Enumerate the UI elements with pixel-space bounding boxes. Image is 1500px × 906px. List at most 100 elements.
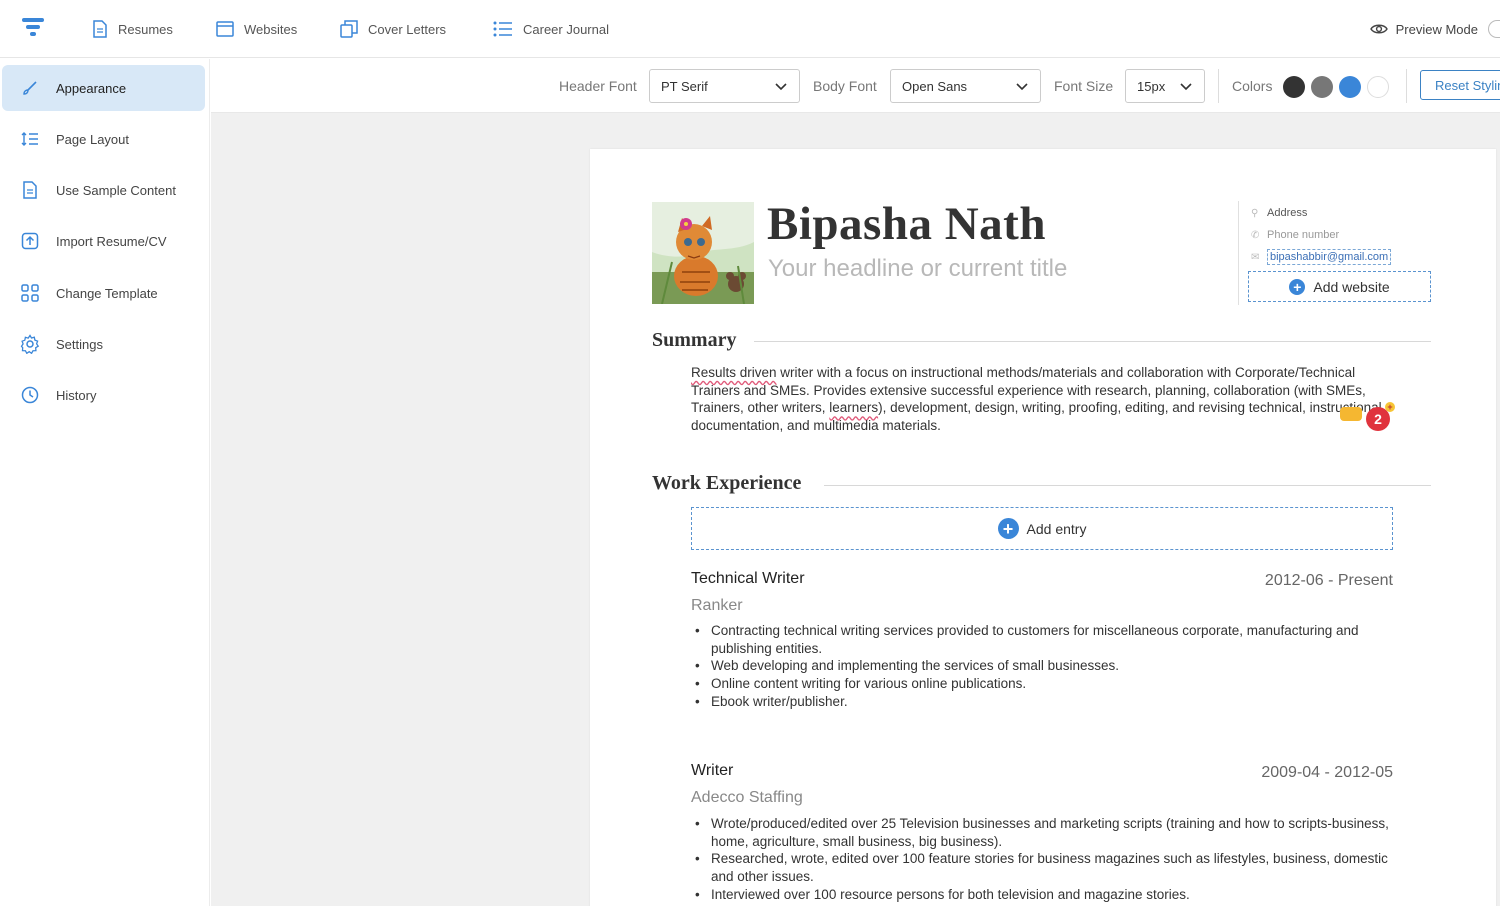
layout-lines-icon — [20, 129, 40, 149]
profile-photo[interactable] — [652, 202, 754, 304]
document-icon — [93, 20, 107, 38]
resume-name[interactable]: Bipasha Nath — [767, 197, 1046, 251]
job-company[interactable]: Adecco Staffing — [691, 789, 803, 807]
summary-heading[interactable]: Summary — [652, 329, 736, 352]
body-font-label: Body Font — [813, 78, 877, 94]
nav-career-journal[interactable]: Career Journal — [493, 0, 609, 58]
sidebar-item-label: Appearance — [56, 80, 127, 96]
header-font-select[interactable]: PT Serif — [649, 69, 800, 103]
suggestion-count: 2 — [1374, 411, 1382, 427]
job-bullet: Ebook writer/publisher. — [691, 693, 1396, 711]
grid-icon — [20, 283, 40, 303]
color-swatch-white[interactable] — [1367, 76, 1389, 98]
job-title[interactable]: Writer — [691, 762, 733, 780]
summary-divider — [754, 341, 1431, 342]
body-font-select[interactable]: Open Sans — [890, 69, 1041, 103]
nav-cover-letters-label: Cover Letters — [368, 21, 447, 37]
sidebar-item-label: Change Template — [56, 285, 158, 301]
job-bullets[interactable]: Contracting technical writing services p… — [691, 622, 1396, 711]
clock-icon — [20, 385, 40, 405]
work-experience-heading[interactable]: Work Experience — [652, 472, 801, 495]
job-company[interactable]: Ranker — [691, 597, 743, 615]
email-field[interactable]: ✉ bipashabbir@gmail.com — [1251, 249, 1392, 265]
reset-styling-button[interactable]: Reset Styling — [1420, 70, 1500, 100]
kitten-painting-image — [652, 202, 754, 304]
list-icon — [493, 21, 512, 37]
add-entry-button[interactable]: + Add entry — [691, 507, 1393, 550]
email-value[interactable]: bipashabbir@gmail.com — [1267, 249, 1392, 265]
sidebar-item-import-resume[interactable]: Import Resume/CV — [2, 218, 205, 264]
sidebar-item-label: History — [56, 387, 97, 403]
preview-switch[interactable] — [1488, 20, 1500, 38]
job-bullet: Interviewed over 100 resource persons fo… — [691, 886, 1396, 904]
address-placeholder: Address — [1267, 207, 1308, 219]
colors-label: Colors — [1232, 78, 1273, 94]
preview-mode-label: Preview Mode — [1395, 21, 1478, 37]
grammar-suggestions-badge[interactable]: 2 + — [1366, 402, 1395, 431]
sidebar-item-appearance[interactable]: Appearance — [2, 65, 205, 111]
job-dates[interactable]: 2009-04 - 2012-05 — [1261, 764, 1393, 782]
job-title[interactable]: Technical Writer — [691, 570, 805, 588]
handshake-emoji-icon — [1340, 407, 1362, 421]
toolbar-divider — [1218, 69, 1219, 103]
add-entry-label: Add entry — [1026, 520, 1087, 537]
phone-field[interactable]: ✆ Phone number — [1251, 229, 1339, 241]
phone-placeholder: Phone number — [1267, 229, 1340, 241]
color-swatch-dark[interactable] — [1283, 76, 1305, 98]
copy-icon — [340, 20, 358, 38]
job-bullet: Web developing and implementing the serv… — [691, 657, 1396, 675]
work-experience-divider — [824, 485, 1431, 486]
body-font-value: Open Sans — [902, 78, 968, 94]
sidebar-item-page-layout[interactable]: Page Layout — [2, 116, 205, 162]
header-font-label: Header Font — [559, 78, 637, 94]
sidebar-item-settings[interactable]: Settings — [2, 321, 205, 367]
job-bullet: Online content writing for various onlin… — [691, 675, 1396, 693]
nav-websites-label: Websites — [244, 21, 298, 37]
add-website-button[interactable]: + Add website — [1248, 271, 1431, 302]
color-swatch-blue[interactable] — [1339, 76, 1361, 98]
job-bullet: Wrote/produced/edited over 25 Television… — [691, 815, 1396, 850]
brush-icon — [20, 78, 40, 98]
job-bullet: Contracting technical writing services p… — [691, 622, 1396, 657]
eye-icon — [1369, 24, 1388, 34]
plus-circle-icon: + — [1289, 278, 1306, 295]
sidebar-item-label: Settings — [56, 336, 103, 352]
nav-resumes[interactable]: Resumes — [92, 0, 173, 58]
editor-sidebar: Appearance Page Layout Use Sample Conten… — [0, 59, 210, 906]
chevron-down-icon — [775, 83, 787, 91]
headline-placeholder[interactable]: Your headline or current title — [768, 255, 1067, 283]
font-size-select[interactable]: 15px — [1125, 69, 1205, 103]
sidebar-item-history[interactable]: History — [2, 372, 205, 418]
sample-document-icon — [20, 180, 40, 200]
upload-icon — [20, 231, 40, 251]
spelling-flag[interactable]: Results driven — [691, 365, 777, 380]
font-size-value: 15px — [1137, 78, 1166, 94]
toolbar-divider — [1406, 69, 1407, 103]
chevron-down-icon — [1180, 83, 1192, 91]
nav-websites[interactable]: Websites — [216, 0, 297, 58]
color-swatch-gray[interactable] — [1311, 76, 1333, 98]
sidebar-item-change-template[interactable]: Change Template — [2, 270, 205, 316]
address-field[interactable]: ⚲ Address — [1251, 207, 1307, 219]
job-bullets[interactable]: Wrote/produced/edited over 25 Television… — [691, 815, 1396, 904]
sidebar-item-label: Import Resume/CV — [56, 233, 167, 249]
preview-mode-toggle[interactable]: Preview Mode — [1369, 0, 1500, 58]
phone-icon: ✆ — [1251, 229, 1260, 241]
sidebar-item-use-sample-content[interactable]: Use Sample Content — [2, 167, 205, 213]
browser-window-icon — [216, 21, 234, 37]
app-logo-icon[interactable] — [20, 14, 46, 40]
header-font-value: PT Serif — [661, 78, 708, 94]
top-navigation-bar: Resumes Websites Cover Letters Career Jo… — [0, 0, 1500, 58]
job-dates[interactable]: 2012-06 - Present — [1265, 572, 1393, 590]
sparkle-icon: + — [1385, 402, 1395, 412]
font-size-label: Font Size — [1054, 78, 1114, 94]
nav-cover-letters[interactable]: Cover Letters — [340, 0, 446, 58]
summary-text[interactable]: Results driven writer with a focus on in… — [691, 364, 1396, 435]
spelling-flag[interactable]: learners — [829, 400, 878, 415]
add-website-label: Add website — [1313, 278, 1390, 295]
job-bullet: Researched, wrote, edited over 100 featu… — [691, 850, 1396, 885]
gear-icon — [20, 334, 40, 354]
location-pin-icon: ⚲ — [1251, 207, 1259, 219]
nav-resumes-label: Resumes — [118, 21, 173, 37]
resume-page: Bipasha Nath Your headline or current ti… — [590, 149, 1496, 906]
